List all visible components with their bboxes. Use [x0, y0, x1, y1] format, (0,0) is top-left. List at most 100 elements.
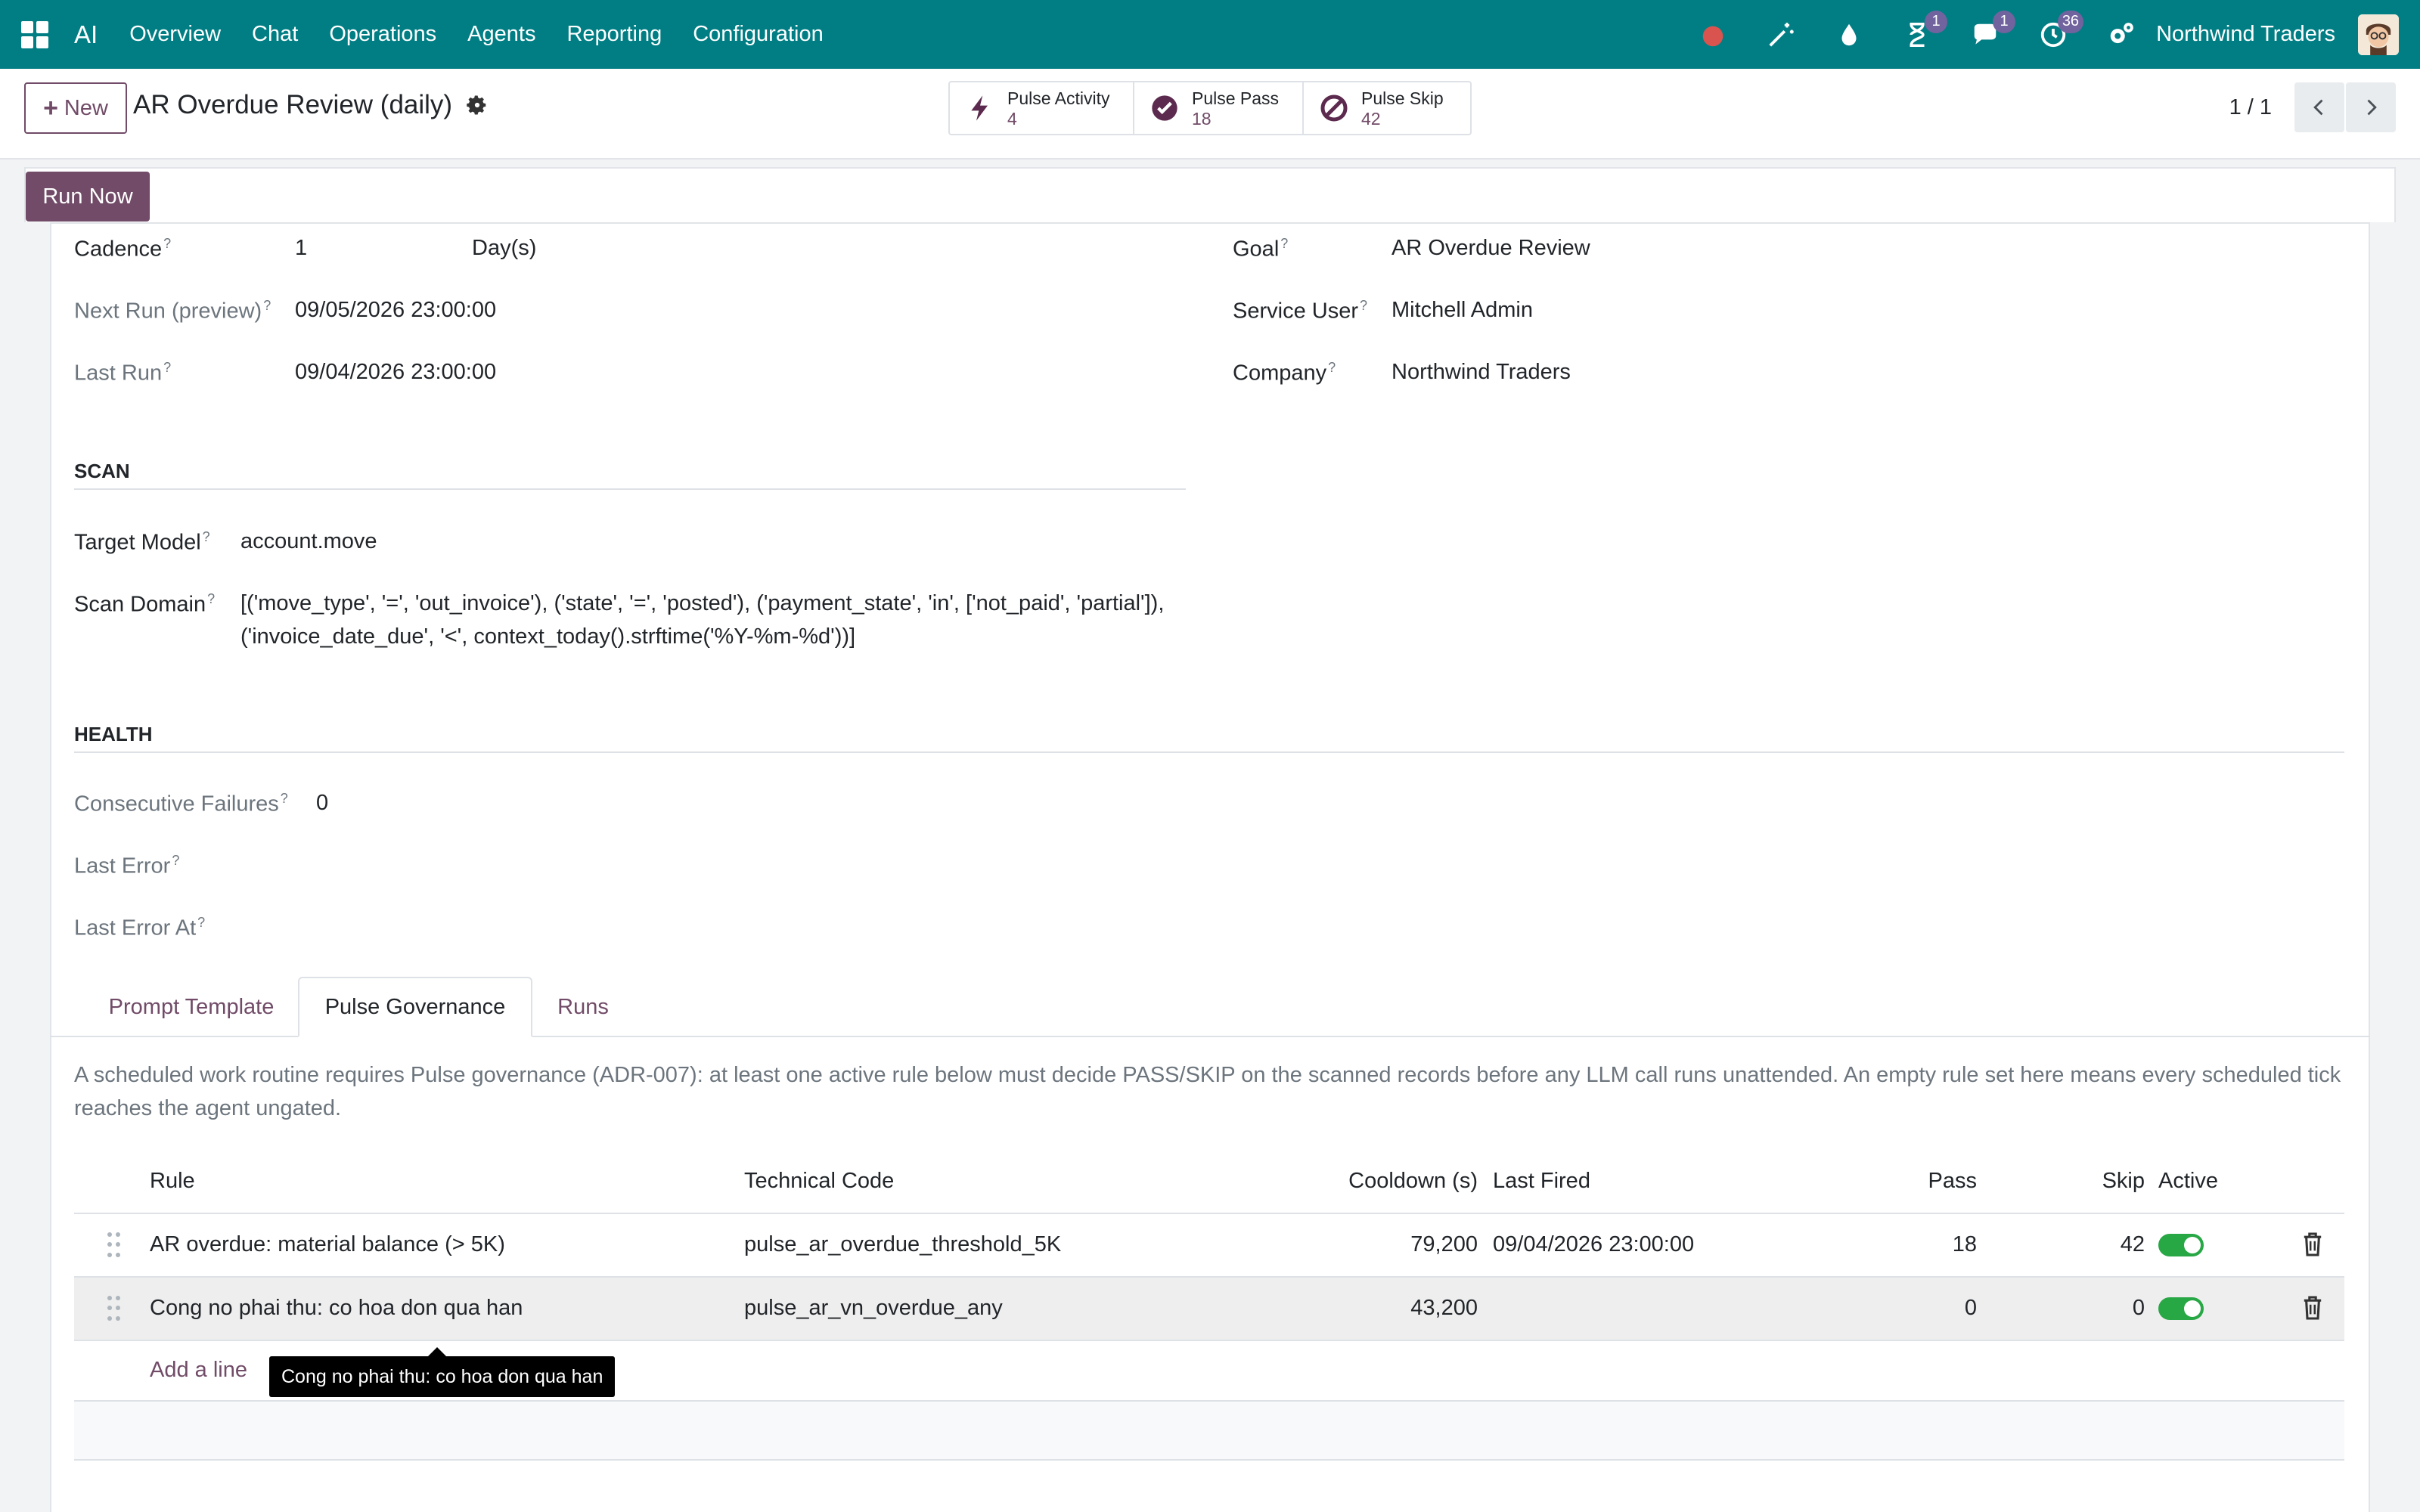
- last-error-at-label: Last Error At?: [74, 915, 206, 940]
- company-label: Company?: [1233, 360, 1336, 386]
- column-active[interactable]: Active: [2158, 1169, 2218, 1194]
- column-last-fired[interactable]: Last Fired: [1493, 1169, 1590, 1194]
- rule-cooldown[interactable]: 43,200: [1410, 1296, 1478, 1321]
- settings-icon[interactable]: [2106, 20, 2136, 50]
- next-run-label: Next Run (preview)?: [74, 298, 271, 324]
- consecutive-failures-label: Consecutive Failures?: [74, 791, 288, 816]
- run-now-button[interactable]: Run Now: [26, 172, 150, 222]
- main-menu: Overview Chat Operations Agents Reportin…: [129, 22, 855, 47]
- app-grid-icon[interactable]: [21, 20, 48, 48]
- clock-badge: 36: [2057, 10, 2084, 33]
- scan-section-title: SCAN: [74, 460, 130, 482]
- record-dot-icon[interactable]: [1698, 20, 1728, 50]
- smart-value: 18: [1192, 109, 1212, 129]
- smart-value: 42: [1361, 109, 1381, 129]
- table-row[interactable]: Cong no phai thu: co hoa don qua han pul…: [74, 1278, 2344, 1341]
- magic-wand-icon[interactable]: [1766, 20, 1796, 50]
- rule-code[interactable]: pulse_ar_overdue_threshold_5K: [744, 1232, 1061, 1257]
- consecutive-failures-value: 0: [316, 791, 329, 815]
- last-error-label: Last Error?: [74, 853, 180, 878]
- smart-buttons: Pulse Activity 4 Pulse Pass 18 Pulse Skip 4…: [948, 81, 1472, 135]
- health-section-title: HEALTH: [74, 723, 153, 745]
- company-switcher[interactable]: Northwind Traders: [2156, 22, 2335, 47]
- smart-label: Pulse Activity: [1007, 88, 1110, 108]
- check-circle-icon: [1152, 95, 1177, 121]
- pager-value[interactable]: 1 / 1: [2229, 95, 2272, 120]
- menu-chat[interactable]: Chat: [252, 22, 298, 47]
- add-line-link[interactable]: Add a line: [150, 1358, 247, 1383]
- rule-last-fired: 09/04/2026 23:00:00: [1493, 1232, 1695, 1256]
- gear-icon[interactable]: [466, 94, 489, 116]
- breadcrumb: AR Overdue Review (daily): [133, 90, 489, 120]
- column-rule[interactable]: Rule: [150, 1169, 195, 1194]
- app-name[interactable]: AI: [74, 20, 98, 49]
- rule-name[interactable]: AR overdue: material balance (> 5K): [150, 1232, 505, 1257]
- chat-icon[interactable]: 1: [1970, 10, 2016, 50]
- active-toggle[interactable]: [2158, 1297, 2204, 1320]
- smart-pulse-pass[interactable]: Pulse Pass 18: [1134, 82, 1304, 134]
- activity-badge: 1: [1925, 10, 1948, 33]
- health-divider: [74, 751, 2344, 753]
- cadence-unit[interactable]: Day(s): [472, 236, 536, 261]
- goal-value[interactable]: AR Overdue Review: [1392, 236, 1590, 261]
- rule-skip: 0: [2132, 1296, 2145, 1320]
- new-button[interactable]: + New: [24, 82, 127, 134]
- trash-icon[interactable]: [2302, 1294, 2323, 1321]
- next-run-value: 09/05/2026 23:00:00: [295, 298, 497, 322]
- goal-label: Goal?: [1233, 236, 1289, 262]
- pager-previous-button[interactable]: [2294, 82, 2344, 132]
- table-row[interactable]: AR overdue: material balance (> 5K) puls…: [74, 1214, 2344, 1278]
- smart-pulse-activity[interactable]: Pulse Activity 4: [950, 82, 1134, 134]
- last-run-label: Last Run?: [74, 360, 172, 386]
- clock-icon[interactable]: 36: [2038, 10, 2084, 50]
- chevron-left-icon: [2313, 99, 2323, 116]
- form-statusbar: Run Now: [24, 167, 2396, 222]
- tab-pulse-governance[interactable]: Pulse Governance: [298, 977, 532, 1037]
- smart-pulse-skip[interactable]: Pulse Skip 42: [1304, 82, 1470, 134]
- service-user-value[interactable]: Mitchell Admin: [1392, 298, 1533, 323]
- drag-handle-icon[interactable]: [107, 1296, 121, 1323]
- pager-next-button[interactable]: [2346, 82, 2396, 132]
- target-model-label: Target Model?: [74, 529, 210, 555]
- control-panel: + New AR Overdue Review (daily) Pulse Ac…: [0, 69, 2420, 160]
- hourglass-icon[interactable]: 1: [1902, 10, 1948, 50]
- user-avatar[interactable]: [2358, 14, 2399, 55]
- target-model-value[interactable]: account.move: [240, 529, 377, 554]
- cadence-value[interactable]: 1: [295, 236, 307, 261]
- notebook-tabs: Prompt Template Pulse Governance Runs: [50, 977, 2370, 1037]
- top-navbar: AI Overview Chat Operations Agents Repor…: [0, 0, 2420, 69]
- company-value[interactable]: Northwind Traders: [1392, 360, 1571, 385]
- menu-agents[interactable]: Agents: [467, 22, 535, 47]
- governance-help-text: A scheduled work routine requires Pulse …: [74, 1063, 2341, 1120]
- menu-reporting[interactable]: Reporting: [566, 22, 662, 47]
- column-skip[interactable]: Skip: [2102, 1169, 2145, 1194]
- menu-overview[interactable]: Overview: [129, 22, 221, 47]
- new-button-label: New: [64, 95, 108, 120]
- rule-skip: 42: [2120, 1232, 2145, 1256]
- menu-operations[interactable]: Operations: [329, 22, 436, 47]
- rule-cooldown[interactable]: 79,200: [1410, 1232, 1478, 1257]
- empty-row: [74, 1402, 2344, 1461]
- service-user-label: Service User?: [1233, 298, 1368, 324]
- last-run-value: 09/04/2026 23:00:00: [295, 360, 497, 384]
- plus-icon: +: [43, 93, 58, 122]
- drop-icon[interactable]: [1834, 20, 1864, 50]
- scan-domain-line-1[interactable]: [('move_type', '=', 'out_invoice'), ('st…: [240, 591, 1164, 616]
- tab-runs[interactable]: Runs: [534, 977, 632, 1037]
- messages-badge: 1: [1993, 10, 2016, 33]
- drag-handle-icon[interactable]: [107, 1232, 121, 1259]
- rule-code[interactable]: pulse_ar_vn_overdue_any: [744, 1296, 1003, 1321]
- column-cooldown[interactable]: Cooldown (s): [1348, 1169, 1478, 1194]
- table-header: Rule Technical Code Cooldown (s) Last Fi…: [74, 1154, 2344, 1214]
- column-technical-code[interactable]: Technical Code: [744, 1169, 894, 1194]
- rule-name[interactable]: Cong no phai thu: co hoa don qua han: [150, 1296, 523, 1321]
- active-toggle[interactable]: [2158, 1234, 2204, 1256]
- column-pass[interactable]: Pass: [1928, 1169, 1977, 1194]
- trash-icon[interactable]: [2302, 1231, 2323, 1258]
- systray: 1 1 36 Northwind Traders: [1698, 0, 2420, 69]
- chevron-right-icon: [2367, 99, 2377, 116]
- ban-icon: [1320, 94, 1348, 122]
- menu-configuration[interactable]: Configuration: [693, 22, 824, 47]
- scan-domain-line-2[interactable]: ('invoice_date_due', '<', context_today(…: [240, 624, 855, 649]
- tab-prompt-template[interactable]: Prompt Template: [74, 977, 309, 1037]
